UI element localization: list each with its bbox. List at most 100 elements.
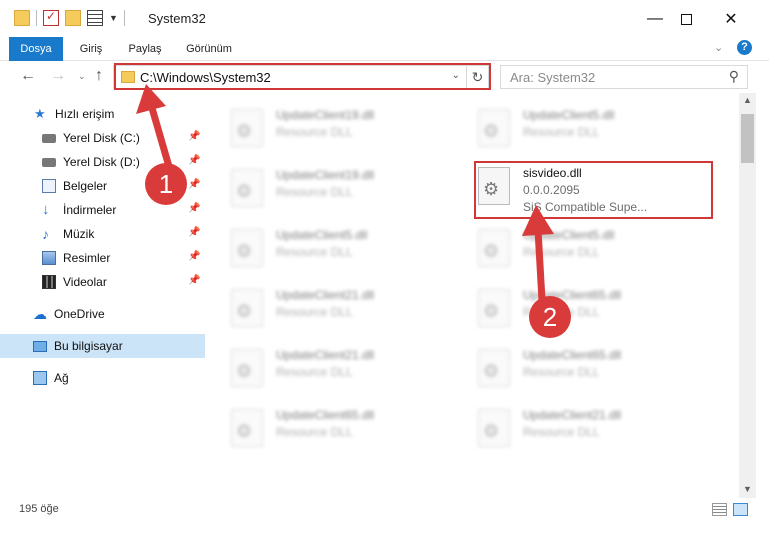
address-bar[interactable]: C:\Windows\System32 ⌄ (113, 65, 467, 89)
gear-icon: ⚙ (483, 121, 500, 141)
sidebar-item-music[interactable]: ♪ Müzik 📌 (0, 222, 205, 246)
tab-view[interactable]: Görünüm (178, 37, 240, 61)
tab-share[interactable]: Paylaş (122, 37, 168, 61)
pin-icon[interactable]: 📌 (188, 227, 200, 238)
file-item[interactable]: ⚙ UpdateClient21.dll Resource DLL (452, 398, 682, 454)
item-count: 195 öğe (19, 503, 59, 515)
sidebar-item-label: Resimler (63, 251, 111, 265)
address-dropdown-icon[interactable]: ⌄ (452, 70, 460, 81)
file-item[interactable]: ⚙ UpdateClient19.dll Resource DLL (205, 98, 435, 154)
dll-file-icon: ⚙ (231, 409, 263, 447)
pin-icon[interactable]: 📌 (188, 179, 200, 190)
sidebar-item-pictures[interactable]: Resimler 📌 (0, 246, 205, 270)
pin-icon[interactable]: 📌 (188, 203, 200, 214)
disk-icon (42, 158, 56, 167)
dll-file-icon: ⚙ (478, 229, 510, 267)
window-title: System32 (148, 11, 206, 26)
pin-icon[interactable]: 📌 (188, 131, 200, 142)
scroll-up-icon[interactable]: ▲ (743, 95, 752, 105)
annotation-badge-2: 2 (529, 296, 571, 338)
search-icon[interactable]: ⚲ (729, 68, 739, 85)
toolbar-separator (36, 10, 37, 26)
file-item-sisvideo[interactable]: ⚙ sisvideo.dll 0.0.0.2095 SiS Compatible… (452, 156, 682, 214)
sidebar-item-label: Hızlı erişim (55, 107, 115, 121)
downloads-icon: ↓ (42, 201, 50, 218)
file-type: Resource DLL (276, 185, 353, 199)
dll-file-icon: ⚙ (478, 289, 510, 327)
sidebar-item-label: Bu bilgisayar (54, 339, 123, 353)
gear-icon: ⚙ (236, 301, 253, 321)
help-icon[interactable]: ? (737, 40, 752, 55)
expand-ribbon-icon[interactable]: ⌄ (714, 41, 723, 54)
scroll-thumb[interactable] (741, 114, 754, 163)
forward-arrow-icon[interactable]: → (50, 67, 66, 85)
vertical-scrollbar[interactable]: ▲ ▼ (739, 93, 756, 498)
sidebar-item-disk-c[interactable]: Yerel Disk (C:) 📌 (0, 126, 205, 150)
search-box[interactable]: Ara: System32 ⚲ (500, 65, 748, 89)
file-type: Resource DLL (523, 125, 600, 139)
file-type: Resource DLL (276, 365, 353, 379)
dll-file-icon: ⚙ (478, 109, 510, 147)
file-version: 0.0.0.2095 (523, 183, 580, 197)
large-icons-view-icon[interactable] (733, 503, 748, 516)
status-bar: 195 öğe (0, 498, 769, 521)
address-path[interactable]: C:\Windows\System32 (140, 70, 271, 85)
sidebar-item-label: Müzik (63, 227, 95, 241)
file-name: UpdateClient65.dll (276, 408, 375, 422)
file-item[interactable]: ⚙ UpdateClient65.dll Resource DLL (452, 338, 682, 394)
gear-icon: ⚙ (483, 241, 500, 261)
file-type: Resource DLL (276, 245, 353, 259)
dll-file-icon: ⚙ (231, 289, 263, 327)
sidebar-item-onedrive[interactable]: ☁ OneDrive (0, 302, 205, 326)
sidebar-item-quick-access[interactable]: ★ Hızlı erişim (0, 102, 205, 126)
sidebar-item-this-pc[interactable]: Bu bilgisayar (0, 334, 205, 358)
sidebar-item-label: Yerel Disk (D:) (63, 155, 140, 169)
folder-icon[interactable] (14, 10, 30, 26)
recent-locations-icon[interactable]: ⌄ (78, 71, 86, 82)
sidebar-item-videos[interactable]: Videolar 📌 (0, 270, 205, 294)
tab-home[interactable]: Giriş (71, 37, 111, 61)
file-item[interactable]: ⚙ UpdateClient65.dll Resource DLL (205, 398, 435, 454)
details-view-icon[interactable] (712, 503, 727, 516)
file-name: UpdateClient5.dll (523, 228, 615, 242)
disk-icon (42, 134, 56, 143)
file-name: UpdateClient19.dll (276, 108, 375, 122)
back-arrow-icon[interactable]: ← (20, 67, 36, 85)
pictures-icon (42, 251, 56, 265)
up-arrow-icon[interactable]: ↑ (95, 67, 103, 85)
file-item[interactable]: ⚙ UpdateClient21.dll Resource DLL (205, 278, 435, 334)
file-name: UpdateClient21.dll (276, 288, 375, 302)
cloud-icon: ☁ (33, 306, 47, 322)
maximize-button[interactable] (663, 0, 709, 38)
file-item[interactable]: ⚙ UpdateClient19.dll Resource DLL (205, 158, 435, 214)
pin-icon[interactable]: 📌 (188, 251, 200, 262)
properties-icon[interactable] (43, 9, 59, 26)
file-type: Resource DLL (276, 425, 353, 439)
view-options-icon[interactable] (87, 10, 103, 26)
sidebar-item-label: Videolar (63, 275, 107, 289)
pin-icon[interactable]: 📌 (188, 275, 200, 286)
pin-icon[interactable]: 📌 (188, 155, 200, 166)
dll-file-icon: ⚙ (231, 169, 263, 207)
file-description: SiS Compatible Supe... (523, 200, 648, 214)
minimize-icon: — (647, 10, 663, 27)
file-item[interactable]: ⚙ UpdateClient5.dll Resource DLL (205, 218, 435, 274)
customize-toolbar-dropdown-icon[interactable]: ▼ (109, 13, 118, 23)
search-placeholder[interactable]: Ara: System32 (510, 70, 595, 85)
file-item[interactable]: ⚙ UpdateClient21.dll Resource DLL (205, 338, 435, 394)
file-item[interactable]: ⚙ UpdateClient5.dll Resource DLL (452, 98, 682, 154)
annotation-badge-1: 1 (145, 163, 187, 205)
sidebar-item-label: Ağ (54, 371, 69, 385)
file-list: ⚙ UpdateClient19.dll Resource DLL ⚙ Upda… (205, 93, 739, 498)
file-item[interactable]: ⚙ UpdateClient5.dll Resource DLL (452, 218, 682, 274)
tab-file[interactable]: Dosya (9, 37, 63, 61)
close-button[interactable]: ✕ (708, 0, 754, 38)
dll-file-icon: ⚙ (231, 349, 263, 387)
maximize-icon (680, 13, 692, 25)
refresh-icon[interactable]: ↻ (467, 65, 489, 89)
scroll-down-icon[interactable]: ▼ (743, 484, 752, 494)
sidebar-item-network[interactable]: Ağ (0, 366, 205, 390)
file-name: UpdateClient21.dll (523, 408, 622, 422)
new-folder-icon[interactable] (65, 10, 81, 26)
music-icon: ♪ (42, 226, 49, 242)
